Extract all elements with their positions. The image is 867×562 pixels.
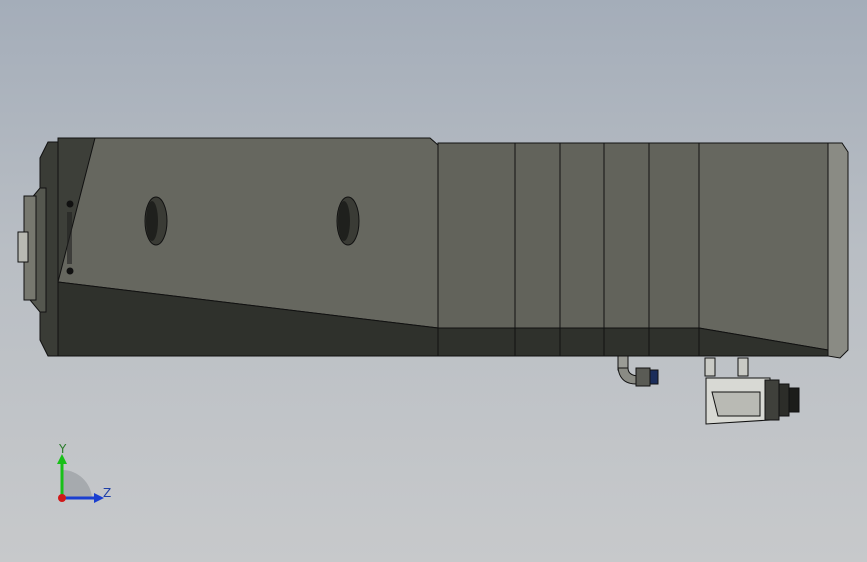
power-connector [704,357,800,425]
coordinate-triad: Y Z [40,440,130,520]
spindle-model[interactable] [0,0,867,562]
x-axis-dot [58,494,66,502]
triad-plane-arc [62,469,92,498]
air-fitting [617,355,659,387]
z-axis-label: Z [103,486,112,500]
segment-sections [437,142,700,357]
cad-viewport[interactable]: Y Z [0,0,867,562]
y-axis-label: Y [59,442,67,456]
rear-flange [17,141,59,357]
front-nose [698,142,849,359]
triad-graphic [57,454,104,503]
mounting-slot-right [336,196,360,246]
mounting-slot-left [144,196,168,246]
main-housing [57,137,439,357]
